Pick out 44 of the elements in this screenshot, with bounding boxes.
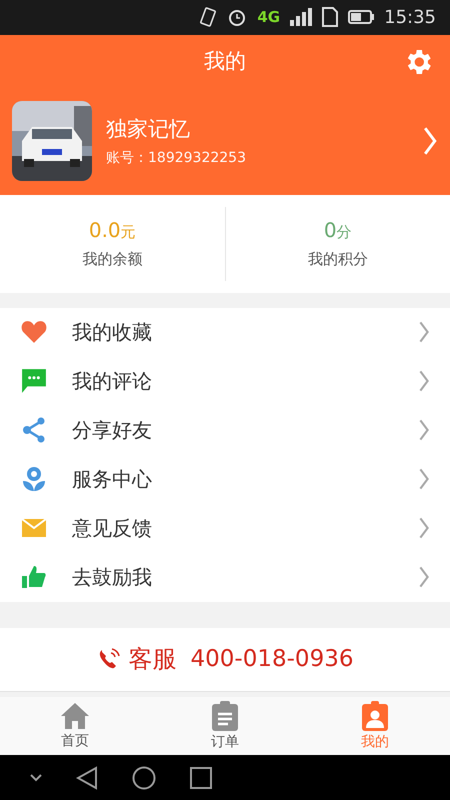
menu-item[interactable]: 意见反馈 xyxy=(0,504,450,553)
thumbs-up-icon xyxy=(22,565,46,590)
account-number: 账号：18929322253 xyxy=(106,149,247,168)
badge-icon xyxy=(361,701,389,732)
chevron-down-icon xyxy=(30,774,42,782)
chevron-right-icon xyxy=(418,369,430,394)
chevron-right-icon xyxy=(418,418,430,442)
flower-icon xyxy=(22,466,46,492)
user-name: 独家记忆 xyxy=(106,116,191,144)
stat-label: 我的余额 xyxy=(82,250,142,270)
chevron-right-icon xyxy=(422,125,438,158)
comment-icon xyxy=(21,368,47,394)
menu-item[interactable]: 去鼓励我 xyxy=(0,552,450,602)
clock-time: 15:35 xyxy=(384,6,436,28)
chevron-right-icon xyxy=(418,565,430,590)
chevron-right-icon xyxy=(418,467,430,492)
menu-item[interactable]: 我的评论 xyxy=(0,356,450,406)
envelope-icon xyxy=(22,518,46,538)
alarm-icon xyxy=(227,7,248,28)
tab[interactable]: 首页 xyxy=(0,697,150,756)
share-icon xyxy=(22,417,46,444)
heart-icon xyxy=(21,320,47,344)
signal-icon xyxy=(290,8,312,26)
phone-number[interactable]: 400-018-0936 xyxy=(190,646,354,672)
clipboard-icon xyxy=(211,701,239,732)
recents-icon[interactable] xyxy=(190,766,212,789)
menu-item[interactable]: 服务中心 xyxy=(0,454,450,504)
chevron-right-icon xyxy=(418,320,430,344)
home-icon xyxy=(60,702,90,730)
back-icon[interactable] xyxy=(76,766,98,790)
chevron-right-icon xyxy=(418,516,430,540)
service-label: 客服 xyxy=(128,644,177,676)
tab[interactable]: 订单 xyxy=(150,697,300,756)
sim-card-icon xyxy=(322,7,338,28)
network-type: 4G xyxy=(257,8,280,26)
menu-item[interactable]: 我的收藏 xyxy=(0,308,450,357)
home-icon[interactable] xyxy=(132,766,156,790)
page-title: 我的 xyxy=(204,48,246,76)
stat-value: 0.0元 xyxy=(88,218,136,242)
battery-icon xyxy=(348,10,374,24)
stat-value: 0分 xyxy=(324,218,352,242)
menu-item[interactable]: 分享好友 xyxy=(0,406,450,455)
stat-label: 我的积分 xyxy=(308,250,368,270)
vibrate-icon xyxy=(199,7,218,28)
